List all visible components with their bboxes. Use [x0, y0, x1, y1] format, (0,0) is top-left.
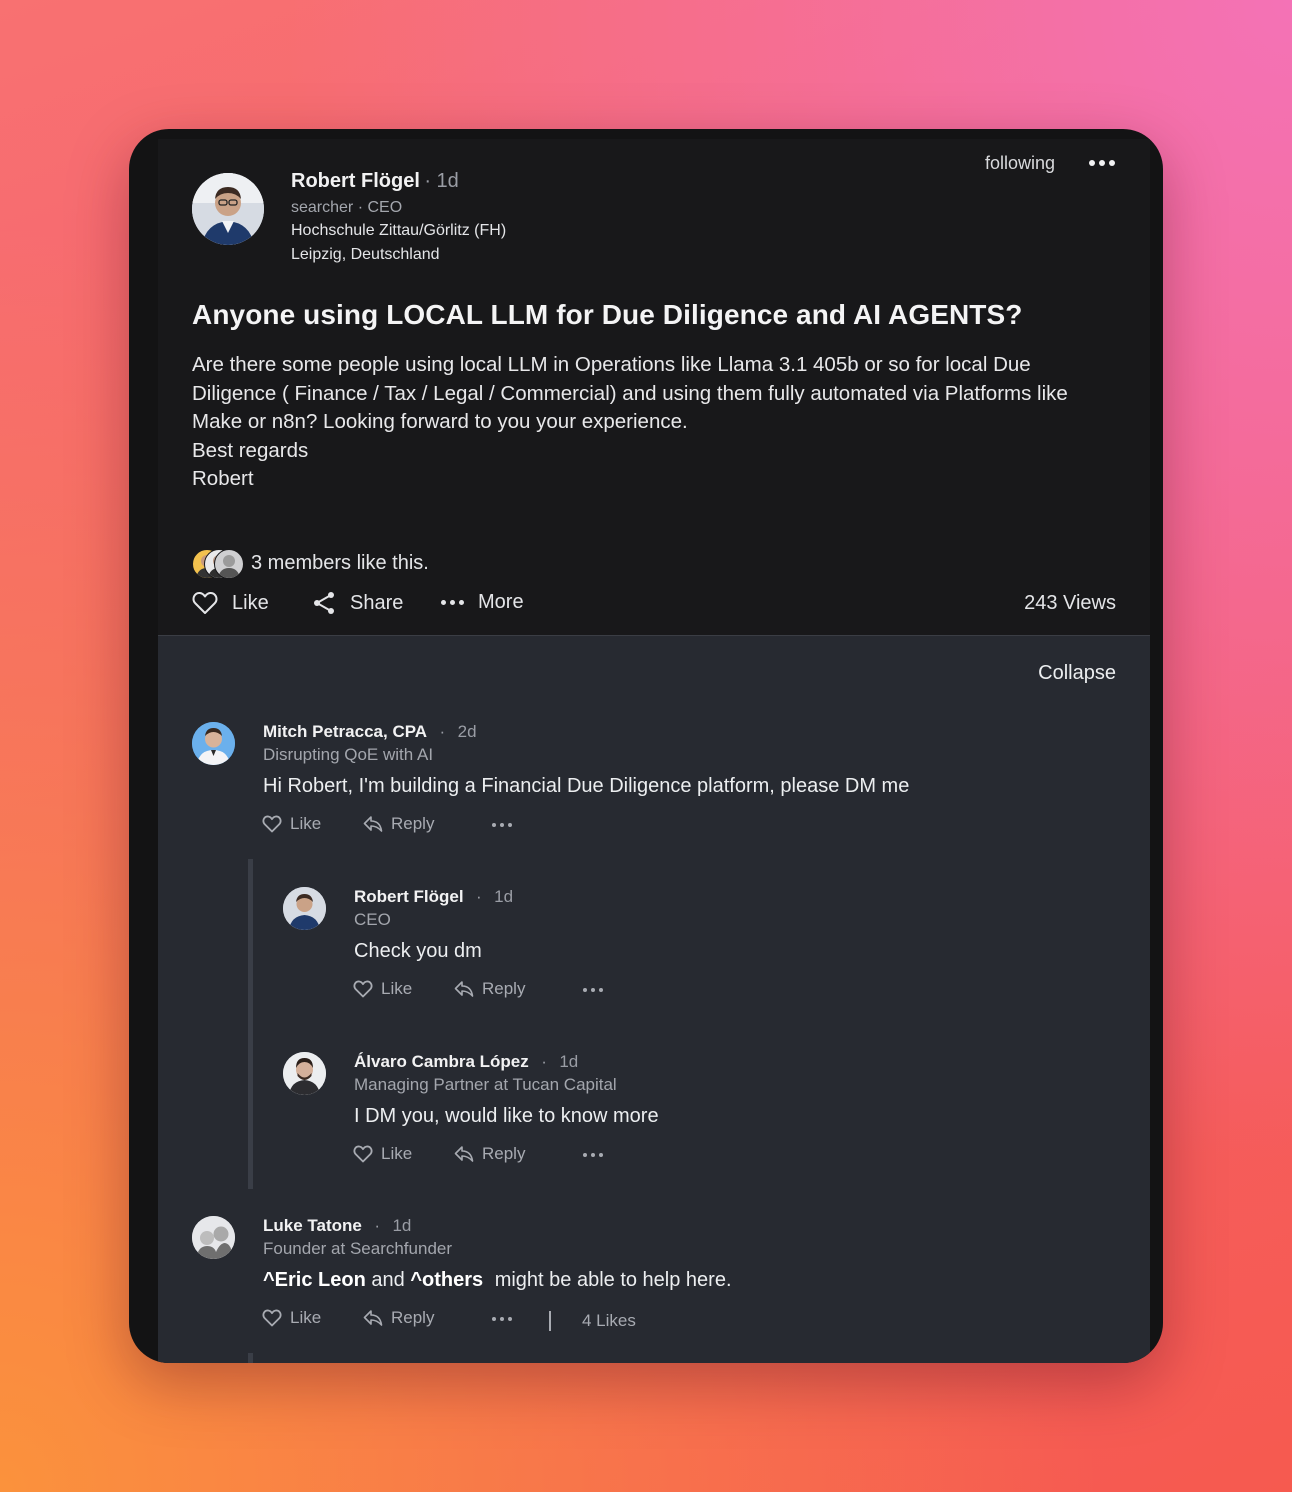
more-dots-icon — [441, 600, 464, 605]
reply-label: Reply — [391, 1308, 435, 1327]
post-body-line: Diligence ( Finance / Tax / Legal / Comm… — [192, 381, 1068, 405]
author-location: Leipzig, Deutschland — [291, 246, 440, 263]
commenter-avatar[interactable] — [192, 722, 235, 765]
comment-likes-count[interactable]: 4 Likes — [582, 1311, 636, 1331]
comment-time: 1d — [392, 1216, 412, 1235]
like-label: Like — [290, 1308, 322, 1327]
reply-label: Reply — [482, 979, 526, 998]
comment-separator: · — [541, 1052, 547, 1071]
like-label: Like — [381, 1144, 413, 1163]
comment-text-part: and — [371, 1269, 405, 1291]
post-body-line: Best regards — [192, 438, 309, 462]
commenter-avatar[interactable] — [283, 1052, 326, 1095]
reply-icon — [363, 816, 383, 832]
share-label: Share — [350, 591, 404, 614]
comment-like-button[interactable]: Like — [353, 979, 412, 999]
post-body-line: Robert — [192, 467, 254, 490]
comment-text-part: might be able to help here. — [494, 1269, 732, 1291]
commenter-subtitle: Founder at Searchfunder — [263, 1239, 453, 1258]
post-time: · 1d — [424, 170, 459, 192]
comment-time: 1d — [494, 887, 514, 906]
post-body: Are there some people using local LLM in… — [192, 351, 1122, 494]
comment-text: Hi Robert, I'm building a Financial Due … — [263, 775, 910, 797]
comment-separator: · — [476, 887, 482, 906]
post-body-line: Make or n8n? Looking forward to you your… — [192, 410, 688, 433]
author-avatar[interactable] — [192, 173, 264, 245]
following-button[interactable]: following — [985, 153, 1055, 174]
commenter-avatar[interactable] — [192, 1216, 235, 1259]
commenter-name[interactable]: Luke Tatone — [263, 1216, 362, 1235]
comment-time: 2d — [457, 722, 477, 741]
likes-summary[interactable]: 3 members like this. — [251, 552, 429, 575]
commenter-name[interactable]: Mitch Petracca, CPA — [263, 722, 427, 741]
reply-icon — [363, 1310, 383, 1326]
app-screen: Robert Flögel · 1d searcher · CEO Hochsc… — [158, 139, 1150, 1363]
heart-icon — [353, 1145, 373, 1163]
mention-link[interactable]: ^Eric Leon — [263, 1269, 366, 1291]
author-name[interactable]: Robert Flögel — [291, 170, 420, 192]
share-button[interactable]: Share — [312, 591, 403, 615]
heart-icon — [262, 1309, 282, 1327]
divider — [549, 1311, 551, 1331]
post-options-icon[interactable] — [1089, 160, 1115, 166]
comment-time: 1d — [559, 1052, 579, 1071]
commenter-subtitle: CEO — [354, 910, 391, 929]
author-role: searcher · CEO — [291, 199, 403, 216]
like-label: Like — [381, 979, 413, 998]
thread-line — [248, 859, 253, 1189]
post-body-line: Are there some people using local LLM in… — [192, 353, 1031, 376]
like-button[interactable]: Like — [192, 591, 269, 615]
more-button[interactable]: More — [441, 591, 524, 614]
commenter-subtitle: Managing Partner at Tucan Capital — [354, 1075, 617, 1094]
post-card: Robert Flögel · 1d searcher · CEO Hochsc… — [158, 139, 1150, 636]
mention-link[interactable]: ^others — [410, 1269, 483, 1291]
commenter-name[interactable]: Robert Flögel — [354, 887, 464, 906]
comment-text: Check you dm — [354, 940, 482, 962]
thread-line — [248, 1353, 253, 1363]
collapse-button[interactable]: Collapse — [1038, 662, 1116, 685]
comment-like-button[interactable]: Like — [353, 1144, 412, 1164]
comment-separator: · — [374, 1216, 380, 1235]
commenter-subtitle: Disrupting QoE with AI — [263, 745, 434, 764]
avatar — [214, 549, 244, 579]
heart-icon — [262, 815, 282, 833]
comment-reply-button[interactable]: Reply — [454, 979, 525, 999]
reply-icon — [454, 1146, 474, 1162]
comment-reply-button[interactable]: Reply — [363, 814, 434, 834]
like-label: Like — [290, 814, 322, 833]
author-school: Hochschule Zittau/Görlitz (FH) — [291, 222, 507, 239]
post-title: Anyone using LOCAL LLM for Due Diligence… — [192, 299, 1023, 330]
commenter-avatar[interactable] — [283, 887, 326, 930]
heart-icon — [192, 591, 218, 614]
comment-options-icon[interactable] — [583, 988, 603, 992]
comment-reply-button[interactable]: Reply — [363, 1308, 434, 1328]
views-count: 243 Views — [1024, 592, 1116, 614]
heart-icon — [353, 980, 373, 998]
comment-text: ^Eric Leon and ^others might be able to … — [263, 1269, 732, 1292]
comment-separator: · — [439, 722, 446, 741]
comment-options-icon[interactable] — [492, 1317, 512, 1321]
comment-text: I DM you, would like to know more — [354, 1105, 659, 1127]
comment-reply-button[interactable]: Reply — [454, 1144, 525, 1164]
comment-like-button[interactable]: Like — [262, 1308, 321, 1328]
commenter-name[interactable]: Álvaro Cambra López — [354, 1052, 529, 1071]
liker-avatars[interactable] — [192, 549, 244, 579]
reply-label: Reply — [482, 1144, 526, 1163]
comment-options-icon[interactable] — [583, 1153, 603, 1157]
reply-icon — [454, 981, 474, 997]
more-label: More — [478, 591, 524, 613]
like-label: Like — [232, 591, 269, 614]
device-frame: Robert Flögel · 1d searcher · CEO Hochsc… — [129, 129, 1163, 1363]
reply-label: Reply — [391, 814, 435, 833]
share-icon — [314, 592, 334, 614]
comment-like-button[interactable]: Like — [262, 814, 321, 834]
comment-options-icon[interactable] — [492, 823, 512, 827]
